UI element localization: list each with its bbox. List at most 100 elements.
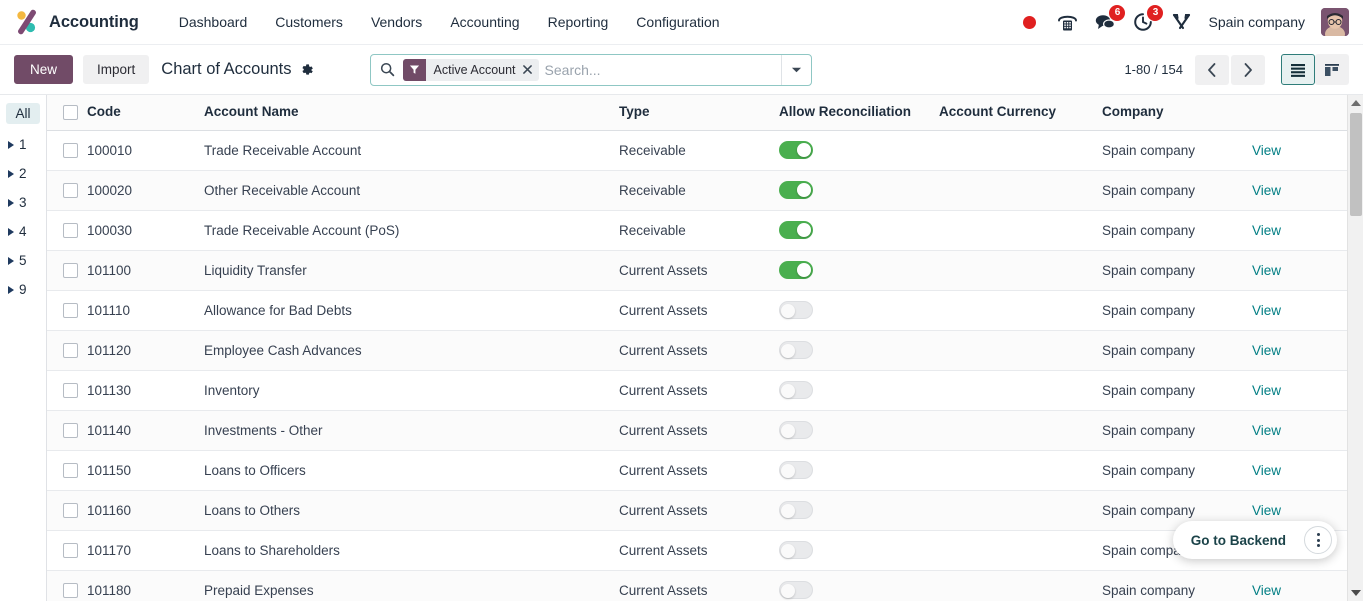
view-link[interactable]: View: [1252, 223, 1281, 238]
reconciliation-toggle[interactable]: [779, 221, 813, 240]
search-view[interactable]: Active Account: [369, 53, 812, 86]
scroll-up-icon[interactable]: [1348, 95, 1363, 111]
chat-bubble-icon[interactable]: 6: [1094, 5, 1126, 33]
reconciliation-toggle[interactable]: [779, 341, 813, 360]
row-checkbox[interactable]: [63, 143, 78, 159]
user-avatar[interactable]: [1321, 8, 1349, 36]
row-checkbox[interactable]: [63, 583, 78, 599]
row-checkbox[interactable]: [63, 223, 78, 239]
pager-value[interactable]: 1-80 / 154: [1124, 62, 1183, 77]
reconciliation-toggle[interactable]: [779, 141, 813, 160]
table-row[interactable]: 101150 Loans to Officers Current Assets Spa…: [47, 450, 1363, 491]
scroll-down-icon[interactable]: [1348, 585, 1363, 601]
cell-account-name: Investments - Other: [204, 410, 619, 451]
view-link[interactable]: View: [1252, 423, 1281, 438]
search-facet-active-account[interactable]: Active Account: [402, 58, 539, 81]
table-row[interactable]: 100020 Other Receivable Account Receivable…: [47, 170, 1363, 211]
company-switcher[interactable]: Spain company: [1208, 14, 1305, 30]
record-dot-icon[interactable]: [1018, 11, 1040, 33]
pager-previous-button[interactable]: [1195, 54, 1229, 85]
cell-account-name: Loans to Shareholders: [204, 530, 619, 571]
kanban-view-icon[interactable]: [1315, 54, 1349, 85]
reconciliation-toggle[interactable]: [779, 501, 813, 520]
row-checkbox[interactable]: [63, 383, 78, 399]
gear-icon[interactable]: [300, 63, 314, 77]
view-link[interactable]: View: [1252, 583, 1281, 598]
brand-name: Accounting: [49, 12, 139, 31]
header-account-name[interactable]: Account Name: [204, 95, 619, 131]
list-view-icon[interactable]: [1281, 54, 1315, 85]
sidebar-item-all[interactable]: All: [6, 103, 40, 124]
reconciliation-toggle[interactable]: [779, 581, 813, 600]
cell-allow-reconciliation: [779, 450, 939, 491]
reconciliation-toggle[interactable]: [779, 541, 813, 560]
nav-configuration[interactable]: Configuration: [622, 8, 733, 36]
import-button[interactable]: Import: [83, 55, 150, 84]
nav-reporting[interactable]: Reporting: [534, 8, 623, 36]
table-row[interactable]: 101140 Investments - Other Current Assets S…: [47, 410, 1363, 451]
nav-accounting[interactable]: Accounting: [436, 8, 533, 36]
table-row[interactable]: 101170 Loans to Shareholders Current Asset…: [47, 530, 1363, 571]
go-to-backend-button[interactable]: Go to Backend: [1173, 533, 1300, 548]
row-checkbox[interactable]: [63, 503, 78, 519]
header-allow-reconciliation[interactable]: Allow Reconciliation: [779, 95, 939, 131]
table-row[interactable]: 101100 Liquidity Transfer Current Assets Sp…: [47, 250, 1363, 291]
row-checkbox[interactable]: [63, 343, 78, 359]
wrench-screwdriver-icon[interactable]: [1170, 11, 1192, 33]
row-checkbox[interactable]: [63, 423, 78, 439]
activity-clock-icon[interactable]: 3: [1132, 5, 1164, 33]
close-icon[interactable]: [522, 65, 539, 74]
sidebar-item-9[interactable]: 9: [0, 275, 46, 304]
row-checkbox[interactable]: [63, 543, 78, 559]
view-link[interactable]: View: [1252, 183, 1281, 198]
sidebar-item-4[interactable]: 4: [0, 217, 46, 246]
sidebar-item-3[interactable]: 3: [0, 188, 46, 217]
view-link[interactable]: View: [1252, 343, 1281, 358]
table-row[interactable]: 101130 Inventory Current Assets Spain compa…: [47, 370, 1363, 411]
row-checkbox[interactable]: [63, 263, 78, 279]
table-row[interactable]: 101160 Loans to Others Current Assets Spain…: [47, 490, 1363, 531]
view-link[interactable]: View: [1252, 503, 1281, 518]
nav-customers[interactable]: Customers: [261, 8, 357, 36]
reconciliation-toggle[interactable]: [779, 421, 813, 440]
table-row[interactable]: 100010 Trade Receivable Account Receivable…: [47, 130, 1363, 171]
nav-vendors[interactable]: Vendors: [357, 8, 436, 36]
select-all-checkbox[interactable]: [63, 104, 78, 120]
header-account-currency[interactable]: Account Currency: [939, 95, 1102, 131]
table-row[interactable]: 101180 Prepaid Expenses Current Assets Spai…: [47, 570, 1363, 601]
view-link[interactable]: View: [1252, 143, 1281, 158]
vertical-scrollbar[interactable]: [1347, 95, 1363, 601]
sidebar-item-5[interactable]: 5: [0, 246, 46, 275]
table-row[interactable]: 101110 Allowance for Bad Debts Current Ass…: [47, 290, 1363, 331]
reconciliation-toggle[interactable]: [779, 261, 813, 280]
sidebar-item-2[interactable]: 2: [0, 159, 46, 188]
cell-account-currency: [939, 130, 1102, 171]
view-link[interactable]: View: [1252, 263, 1281, 278]
header-code[interactable]: Code: [87, 95, 204, 131]
scrollbar-thumb[interactable]: [1350, 113, 1362, 216]
new-button[interactable]: New: [14, 55, 74, 84]
reconciliation-toggle[interactable]: [779, 381, 813, 400]
reconciliation-toggle[interactable]: [779, 181, 813, 200]
search-input[interactable]: [544, 56, 781, 83]
header-type[interactable]: Type: [619, 95, 779, 131]
header-company[interactable]: Company: [1102, 95, 1252, 131]
reconciliation-toggle[interactable]: [779, 301, 813, 320]
nav-dashboard[interactable]: Dashboard: [165, 8, 262, 36]
brand[interactable]: Accounting: [14, 9, 139, 35]
reconciliation-toggle[interactable]: [779, 461, 813, 480]
dialpad-phone-icon[interactable]: [1056, 11, 1078, 33]
sidebar-item-1[interactable]: 1: [0, 130, 46, 159]
view-link[interactable]: View: [1252, 303, 1281, 318]
row-checkbox[interactable]: [63, 303, 78, 319]
table-row[interactable]: 101120 Employee Cash Advances Current Asse…: [47, 330, 1363, 371]
table-row[interactable]: 100030 Trade Receivable Account (PoS) Rece…: [47, 210, 1363, 251]
nav-menu: Dashboard Customers Vendors Accounting R…: [165, 8, 734, 36]
view-link[interactable]: View: [1252, 383, 1281, 398]
vertical-dots-icon[interactable]: [1304, 526, 1332, 554]
pager-next-button[interactable]: [1231, 54, 1265, 85]
row-checkbox[interactable]: [63, 183, 78, 199]
view-link[interactable]: View: [1252, 463, 1281, 478]
chevron-down-icon[interactable]: [780, 54, 811, 85]
row-checkbox[interactable]: [63, 463, 78, 479]
